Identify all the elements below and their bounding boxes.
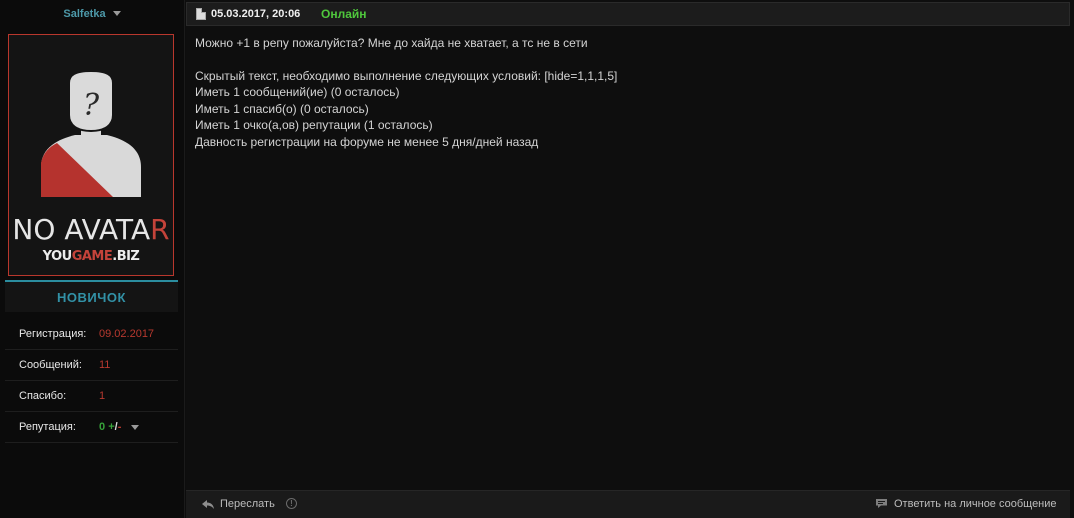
avatar-site-label: YOUGAME.BIZ bbox=[9, 249, 173, 264]
hide-condition: Иметь 1 очко(а,ов) репутации (1 осталось… bbox=[195, 118, 433, 132]
user-info-panel: Salfetka ? NO AVATAR YOUGAME.BIZ НОВИЧОК bbox=[0, 0, 185, 518]
document-icon bbox=[196, 8, 206, 20]
post-text-line: Можно +1 в репу пожалуйста? Мне до хайда… bbox=[195, 36, 588, 50]
reputation-minus-button[interactable]: - bbox=[118, 421, 122, 433]
site-label-part2: GAME bbox=[71, 249, 113, 264]
stat-value: 09.02.2017 bbox=[99, 328, 155, 340]
username-row[interactable]: Salfetka bbox=[0, 0, 184, 28]
post-panel: 05.03.2017, 20:06 Онлайн Можно +1 в репу… bbox=[186, 0, 1074, 518]
reply-arrow-icon[interactable] bbox=[201, 499, 215, 510]
online-status: Онлайн bbox=[321, 7, 367, 21]
hidden-text-notice: Скрытый текст, необходимо выполнение сле… bbox=[195, 68, 618, 83]
hide-condition: Иметь 1 сообщений(ие) (0 осталось) bbox=[195, 85, 400, 99]
hide-condition: Давность регистрации на форуме не менее … bbox=[195, 134, 539, 149]
forum-post: Salfetka ? NO AVATAR YOUGAME.BIZ НОВИЧОК bbox=[0, 0, 1074, 518]
site-label-part3: .BIZ bbox=[112, 249, 140, 264]
avatar[interactable]: ? NO AVATAR YOUGAME.BIZ bbox=[8, 34, 174, 276]
stat-thanks: Спасибо: 1 bbox=[5, 381, 178, 412]
site-label-part1: YOU bbox=[42, 249, 73, 264]
stat-value: 1 bbox=[99, 390, 106, 402]
stat-messages: Сообщений: 11 bbox=[5, 350, 178, 381]
post-text-spacer bbox=[195, 52, 1055, 68]
stat-label: Спасибо: bbox=[19, 390, 67, 402]
stat-registration: Регистрация: 09.02.2017 bbox=[5, 319, 178, 350]
stat-label: Регистрация: bbox=[19, 328, 87, 340]
chevron-down-icon[interactable] bbox=[112, 10, 121, 16]
stat-label: Сообщений: bbox=[19, 359, 82, 371]
chat-bubble-icon[interactable] bbox=[875, 498, 888, 509]
hide-condition: Иметь 1 спасиб(о) (0 осталось) bbox=[195, 101, 369, 116]
avatar-caption: NO AVATAR bbox=[9, 213, 173, 246]
post-date: 05.03.2017, 20:06 bbox=[211, 8, 301, 20]
avatar-caption-accent: R bbox=[150, 213, 170, 246]
stat-reputation: Репутация: 0 +/- bbox=[5, 412, 178, 443]
avatar-caption-avatar: AVATA bbox=[64, 213, 151, 246]
post-footer: Переслать ! Ответить на личное сообщение bbox=[186, 490, 1070, 518]
post-header: 05.03.2017, 20:06 Онлайн bbox=[186, 2, 1070, 26]
user-rank-box: НОВИЧОК bbox=[5, 280, 178, 312]
info-icon[interactable]: ! bbox=[286, 498, 297, 509]
stat-value[interactable]: 11 bbox=[99, 359, 110, 371]
reply-private-message-button[interactable]: Ответить на личное сообщение bbox=[894, 498, 1057, 510]
stat-label: Репутация: bbox=[19, 421, 76, 433]
reputation-number: 0 bbox=[99, 421, 106, 433]
user-rank: НОВИЧОК bbox=[57, 289, 126, 305]
user-stats: Регистрация: 09.02.2017 Сообщений: 11 Сп… bbox=[5, 319, 178, 443]
post-body: Можно +1 в репу пожалуйста? Мне до хайда… bbox=[195, 35, 1055, 150]
forward-button[interactable]: Переслать bbox=[220, 498, 275, 510]
username-link[interactable]: Salfetka bbox=[63, 8, 105, 20]
avatar-caption-no: NO bbox=[12, 213, 65, 246]
reputation-value: 0 +/- bbox=[99, 421, 121, 433]
svg-text:?: ? bbox=[83, 88, 100, 123]
chevron-down-icon[interactable] bbox=[131, 425, 139, 430]
